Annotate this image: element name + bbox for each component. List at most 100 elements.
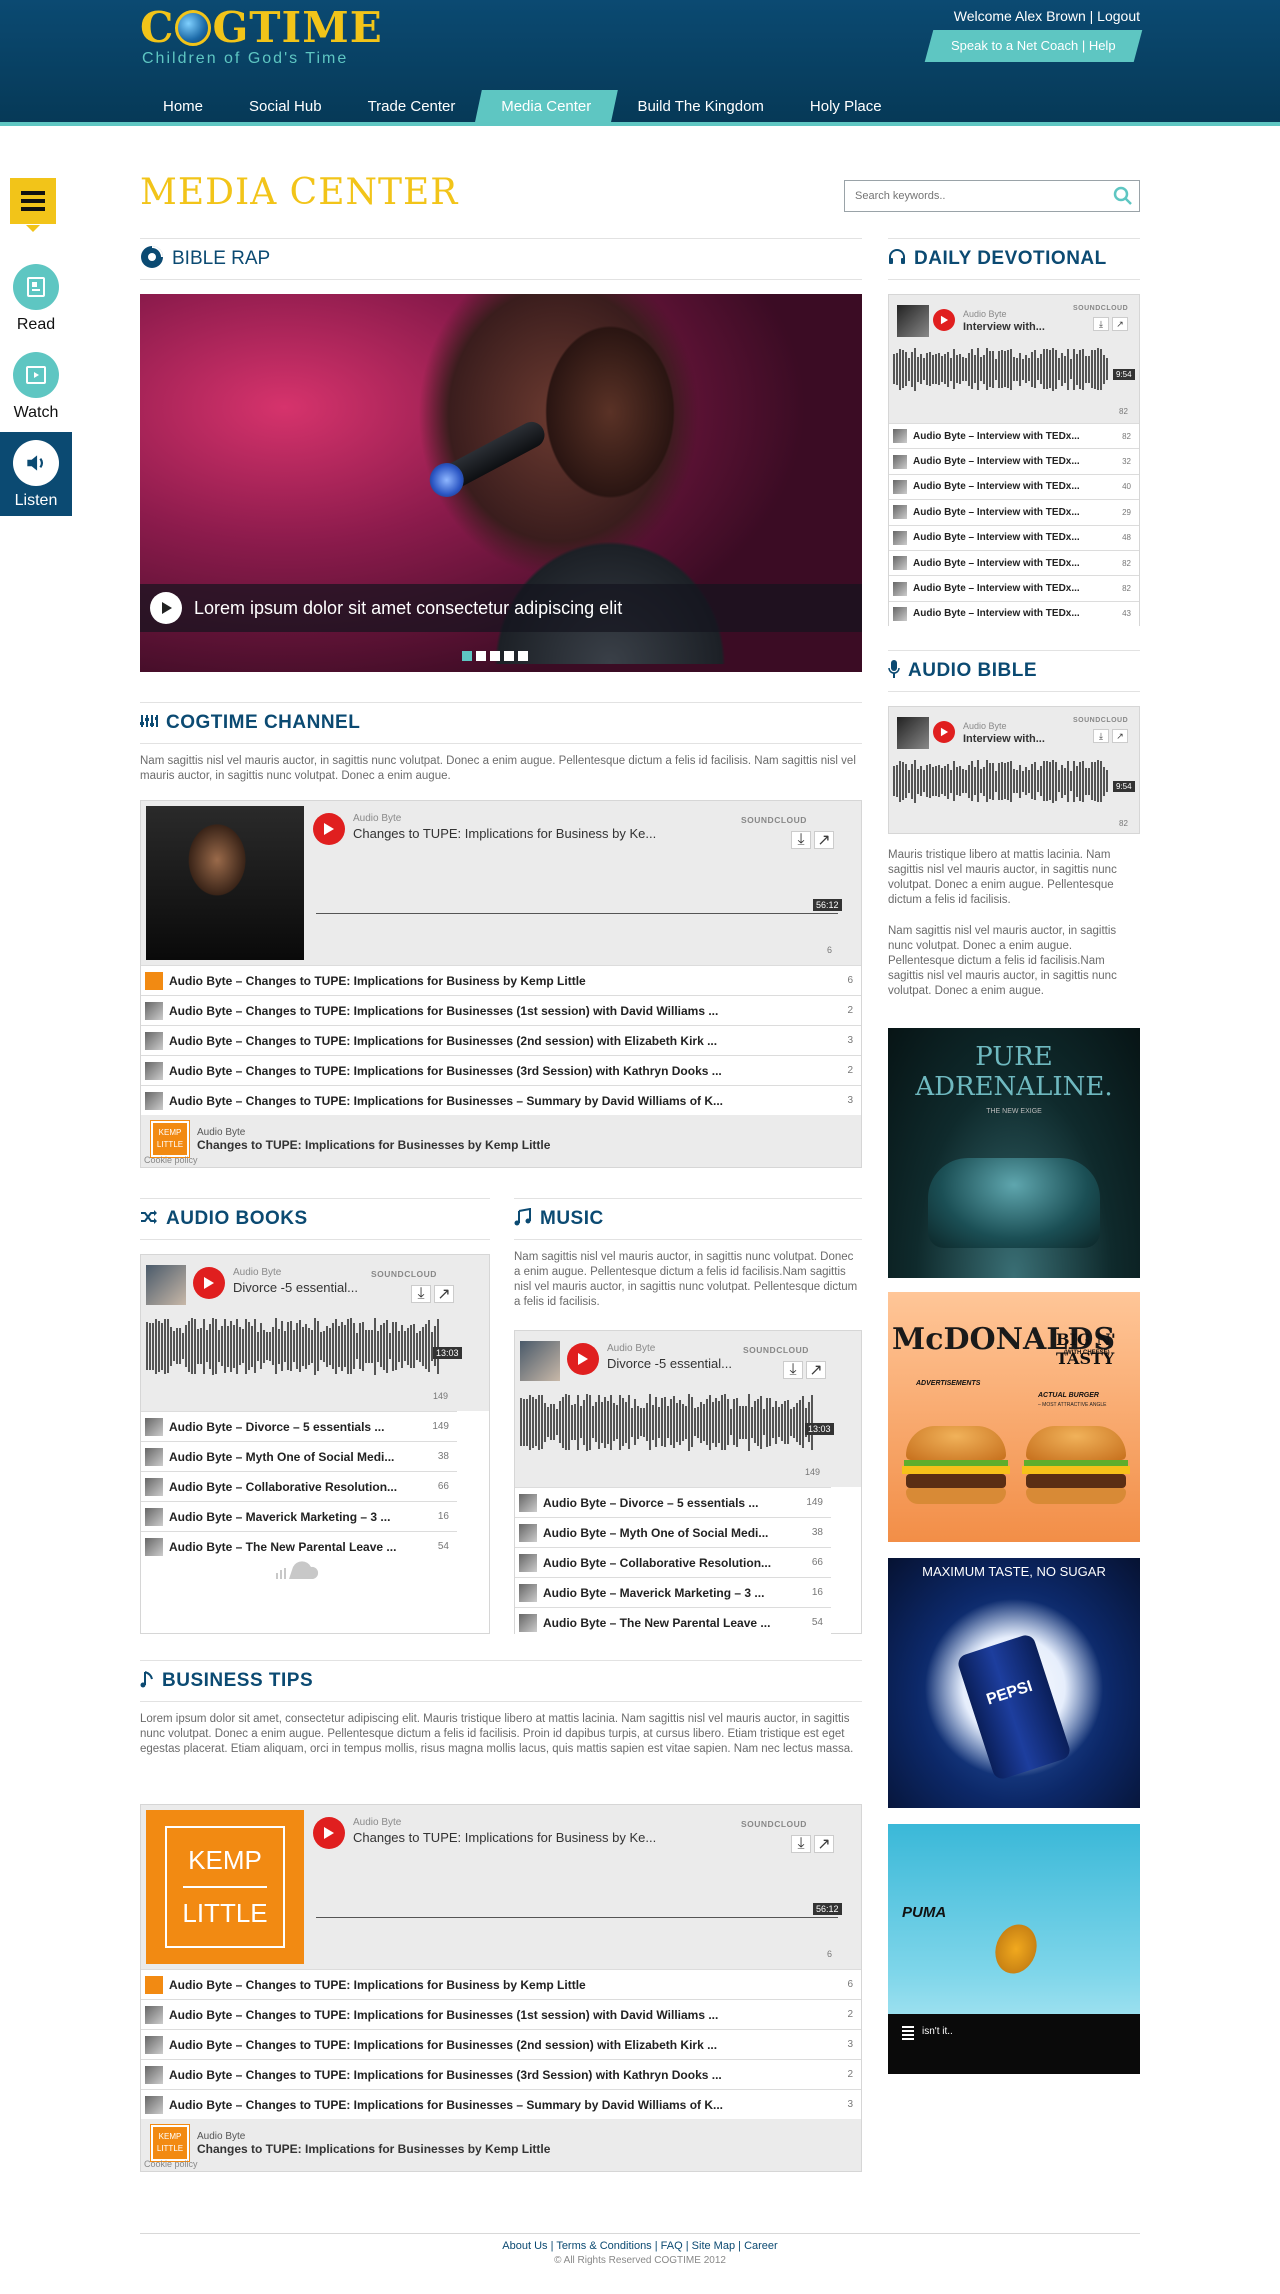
footer-link-career[interactable]: Career — [744, 2240, 778, 2252]
share-icon[interactable]: ↗ — [814, 1835, 834, 1853]
waveform[interactable] — [893, 347, 1108, 391]
waveform-bar — [191, 1318, 193, 1374]
track-row[interactable]: Audio Byte – Myth One of Social Medi... 3… — [141, 1441, 457, 1471]
track-row[interactable]: Audio Byte – Changes to TUPE: Implicatio… — [141, 1025, 861, 1055]
share-icon[interactable]: ↗ — [434, 1285, 454, 1303]
footer-link-about[interactable]: About Us — [502, 2240, 547, 2252]
coach-link[interactable]: Speak to a Net Coach — [951, 38, 1078, 53]
download-icon[interactable]: ⤓ — [1093, 317, 1109, 331]
footer-title[interactable]: Changes to TUPE: Implications for Busine… — [197, 2142, 550, 2156]
search-icon[interactable] — [1113, 186, 1133, 211]
waveform-bar — [1049, 762, 1051, 800]
watch-tool[interactable]: Watch — [0, 352, 72, 422]
share-icon[interactable]: ↗ — [1112, 317, 1128, 331]
track-row[interactable]: Audio Byte – Changes to TUPE: Implicatio… — [141, 1085, 861, 1115]
share-icon[interactable]: ↗ — [814, 831, 834, 849]
track-row[interactable]: Audio Byte – Changes to TUPE: Implicatio… — [141, 1969, 861, 1999]
nav-build-the-kingdom[interactable]: Build The Kingdom — [614, 90, 786, 126]
nav-media-center[interactable]: Media Center — [474, 90, 619, 126]
progress-track[interactable] — [316, 913, 838, 914]
track-row[interactable]: Audio Byte – The New Parental Leave ... 5… — [141, 1531, 457, 1561]
track-row[interactable]: Audio Byte – Interview with TEDx... 82 — [889, 575, 1139, 601]
download-icon[interactable]: ⤓ — [791, 831, 811, 849]
waveform-bar — [538, 1394, 540, 1450]
nav-social-hub[interactable]: Social Hub — [226, 90, 345, 126]
track-row[interactable]: Audio Byte – Maverick Marketing – 3 ... 1… — [515, 1577, 831, 1607]
bible-rap-slider[interactable]: Lorem ipsum dolor sit amet consectetur a… — [140, 294, 862, 672]
track-row[interactable]: Audio Byte – Changes to TUPE: Implicatio… — [141, 2059, 861, 2089]
user-welcome: Welcome Alex Brown | Logout — [953, 8, 1140, 24]
download-icon[interactable]: ⤓ — [1093, 729, 1109, 743]
track-avatar — [519, 1523, 537, 1542]
search-input[interactable] — [845, 181, 1095, 211]
listen-tool[interactable]: Listen — [0, 432, 72, 516]
menu-button[interactable] — [10, 178, 56, 232]
footer-title[interactable]: Changes to TUPE: Implications for Busine… — [197, 1138, 550, 1152]
track-row[interactable]: Audio Byte – Interview with TEDx... 29 — [889, 499, 1139, 525]
track-row[interactable]: Audio Byte – Maverick Marketing – 3 ... 1… — [141, 1501, 457, 1531]
waveform-bar — [944, 354, 946, 384]
track-row[interactable]: Audio Byte – Collaborative Resolution...… — [515, 1547, 831, 1577]
play-button[interactable] — [313, 813, 345, 845]
download-icon[interactable]: ⤓ — [791, 1835, 811, 1853]
track-row[interactable]: Audio Byte – The New Parental Leave ... 5… — [515, 1607, 831, 1637]
play-button[interactable] — [313, 1817, 345, 1849]
ad-mcdonalds[interactable]: McDONALDS BIG N' TASTY (WITH CHEESE) ADV… — [888, 1292, 1140, 1542]
download-icon[interactable]: ⤓ — [411, 1285, 431, 1303]
track-row[interactable]: Audio Byte – Changes to TUPE: Implicatio… — [141, 1055, 861, 1085]
play-button[interactable] — [193, 1267, 225, 1299]
nav-home[interactable]: Home — [140, 90, 226, 126]
track-row[interactable]: Audio Byte – Myth One of Social Medi... 3… — [515, 1517, 831, 1547]
waveform-bar — [356, 1333, 358, 1359]
download-icon[interactable]: ⤓ — [783, 1361, 803, 1379]
track-row[interactable]: Audio Byte – Divorce – 5 essentials ... 1… — [515, 1487, 831, 1517]
logo[interactable]: C GTIME Children of God's Time — [140, 4, 383, 68]
track-row[interactable]: Audio Byte – Collaborative Resolution...… — [141, 1471, 457, 1501]
slider-dot[interactable] — [476, 651, 486, 661]
footer-link-terms[interactable]: Terms & Conditions — [556, 2240, 651, 2252]
track-row[interactable]: Audio Byte – Interview with TEDx... 82 — [889, 423, 1139, 449]
track-row[interactable]: Audio Byte – Changes to TUPE: Implicatio… — [141, 2029, 861, 2059]
track-row[interactable]: Audio Byte – Interview with TEDx... 32 — [889, 448, 1139, 474]
waveform[interactable] — [893, 759, 1108, 803]
slider-dot[interactable] — [462, 651, 472, 661]
footer-link-faq[interactable]: FAQ — [661, 2240, 683, 2252]
help-link[interactable]: Help — [1089, 38, 1116, 53]
cookie-policy-link[interactable]: Cookie policy — [144, 2159, 198, 2169]
play-button[interactable] — [933, 309, 955, 331]
logout-link[interactable]: Logout — [1097, 8, 1140, 24]
nav-holy-place[interactable]: Holy Place — [787, 90, 905, 126]
slider-dot[interactable] — [518, 651, 528, 661]
play-icon[interactable] — [150, 592, 182, 624]
waveform-bar — [1007, 762, 1009, 800]
track-row[interactable]: Audio Byte – Changes to TUPE: Implicatio… — [141, 965, 861, 995]
footer-link-sitemap[interactable]: Site Map — [692, 2240, 735, 2252]
track-row[interactable]: Audio Byte – Changes to TUPE: Implicatio… — [141, 1999, 861, 2029]
track-avatar — [145, 1417, 163, 1436]
waveform-bar — [1061, 764, 1063, 798]
share-icon[interactable]: ↗ — [1112, 729, 1128, 743]
ad-lotus-car[interactable]: PURE ADRENALINE. THE NEW EXIGE — [888, 1028, 1140, 1278]
waveform-bar — [425, 1323, 427, 1369]
read-tool[interactable]: Read — [0, 264, 72, 334]
slider-dot[interactable] — [490, 651, 500, 661]
track-row[interactable]: Audio Byte – Interview with TEDx... 82 — [889, 549, 1139, 576]
slider-dot[interactable] — [504, 651, 514, 661]
share-icon[interactable]: ↗ — [806, 1361, 826, 1379]
play-button[interactable] — [567, 1343, 599, 1375]
ad-puma[interactable]: PUMA isn't it.. — [888, 1824, 1140, 2074]
play-button[interactable] — [933, 721, 955, 743]
track-row[interactable]: Audio Byte – Changes to TUPE: Implicatio… — [141, 995, 861, 1025]
progress-track[interactable] — [316, 1917, 838, 1918]
cookie-policy-link[interactable]: Cookie policy — [144, 1155, 198, 1165]
waveform[interactable] — [146, 1317, 439, 1375]
waveform[interactable] — [520, 1393, 813, 1451]
nav-trade-center[interactable]: Trade Center — [345, 90, 479, 126]
waveform-bar — [1010, 760, 1012, 802]
track-row[interactable]: Audio Byte – Changes to TUPE: Implicatio… — [141, 2089, 861, 2119]
track-row[interactable]: Audio Byte – Divorce – 5 essentials ... 1… — [141, 1411, 457, 1441]
track-row[interactable]: Audio Byte – Interview with TEDx... 40 — [889, 473, 1139, 500]
track-row[interactable]: Audio Byte – Interview with TEDx... 48 — [889, 524, 1139, 550]
track-row[interactable]: Audio Byte – Interview with TEDx... 43 — [889, 600, 1139, 627]
ad-pepsi[interactable]: MAXIMUM TASTE, NO SUGAR PEPSI — [888, 1558, 1140, 1808]
